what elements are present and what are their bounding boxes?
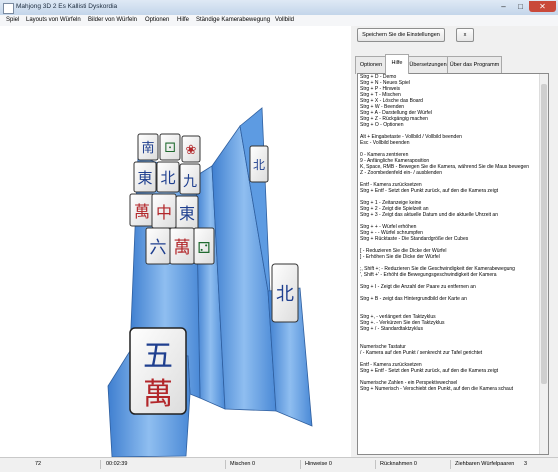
tab-uebersetzungen[interactable]: Übersetzungen [407, 56, 449, 74]
minimize-button[interactable]: – [495, 1, 512, 12]
tile-glyph: 萬 [134, 202, 150, 221]
help-line: Strg + Numerisch - Verschiebt den Punkt,… [360, 386, 513, 392]
menu-kamerabewegung[interactable]: Ständige Kamerabewegung [196, 17, 270, 23]
close-panel-button[interactable]: x [456, 28, 474, 42]
status-separator [375, 460, 376, 469]
status-pairs-label: Ziehbaren Würfelpaaren [455, 461, 515, 467]
tile-glyph: ⚀ [164, 141, 175, 156]
mahjong-3d-board[interactable]: 南 ⚀ ❀ 東 北 九 萬 中 東 六 萬 ⚁ 五 萬 北 北 [0, 26, 351, 457]
status-undos: Rücknahmen 0 [380, 461, 417, 467]
tile-glyph: 北 [253, 158, 265, 172]
tile-glyph: 北 [160, 169, 175, 187]
status-bar: 72 00:02:39 Mischen 0 Hinweise 0 Rücknah… [0, 457, 558, 472]
tile-glyph: 南 [141, 140, 154, 156]
status-separator [450, 460, 451, 469]
save-settings-button[interactable]: Speichern Sie die Einstellungen [357, 28, 445, 42]
window-title: Mahjong 3D 2 Es Kallisti Dyskordia [16, 3, 118, 10]
menu-vollbild[interactable]: Vollbild [275, 17, 294, 23]
tile-glyph: 東 [179, 204, 195, 223]
status-separator [100, 460, 101, 469]
app-icon [3, 3, 14, 14]
side-panel: Speichern Sie die Einstellungen x Option… [351, 26, 558, 457]
status-separator [300, 460, 301, 469]
menu-hilfe[interactable]: Hilfe [177, 17, 189, 23]
game-viewport[interactable]: 南 ⚀ ❀ 東 北 九 萬 中 東 六 萬 ⚁ 五 萬 北 北 [0, 26, 351, 457]
title-bar: Mahjong 3D 2 Es Kallisti Dyskordia – □ ✕ [0, 0, 558, 16]
menu-layouts[interactable]: Layouts von Würfeln [26, 17, 81, 23]
tile-glyph: ⚁ [197, 239, 210, 257]
tile-glyph: 五 [143, 339, 173, 374]
status-pairs-value: 3 [524, 461, 528, 467]
scrollbar-thumb[interactable] [541, 84, 547, 384]
close-window-button[interactable]: ✕ [529, 1, 556, 12]
tile-glyph: 六 [150, 238, 167, 258]
menu-optionen[interactable]: Optionen [145, 17, 169, 23]
tile-glyph: ❀ [186, 143, 197, 158]
tile-glyph: 中 [156, 203, 172, 222]
tile-glyph: 東 [137, 169, 152, 187]
status-shuffles: Mischen 0 [230, 461, 256, 467]
tile-glyph: 九 [183, 174, 197, 190]
help-text-box[interactable]: Strg + D - Demo Strg + N - Neues Spiel Str… [357, 73, 549, 455]
maximize-button[interactable]: □ [512, 1, 529, 12]
help-lines: Strg + D - Demo Strg + N - Neues Spiel Str… [358, 74, 548, 392]
status-hints: Hinweise 0 [305, 461, 332, 467]
tab-optionen[interactable]: Optionen [355, 56, 387, 74]
status-separator [225, 460, 226, 469]
tab-ueber-das-programm[interactable]: Über das Programm [447, 56, 502, 74]
tab-hilfe[interactable]: Hilfe [385, 54, 409, 74]
help-scrollbar[interactable] [539, 74, 548, 454]
menu-spiel[interactable]: Spiel [6, 17, 19, 23]
tile-glyph: 北 [276, 284, 294, 305]
tile-glyph: 萬 [174, 238, 191, 258]
tile-glyph: 萬 [143, 377, 173, 412]
status-time: 00:02:39 [106, 461, 128, 467]
menu-bilder[interactable]: Bilder von Würfeln [88, 17, 137, 23]
status-tiles-left: 72 [35, 461, 42, 467]
